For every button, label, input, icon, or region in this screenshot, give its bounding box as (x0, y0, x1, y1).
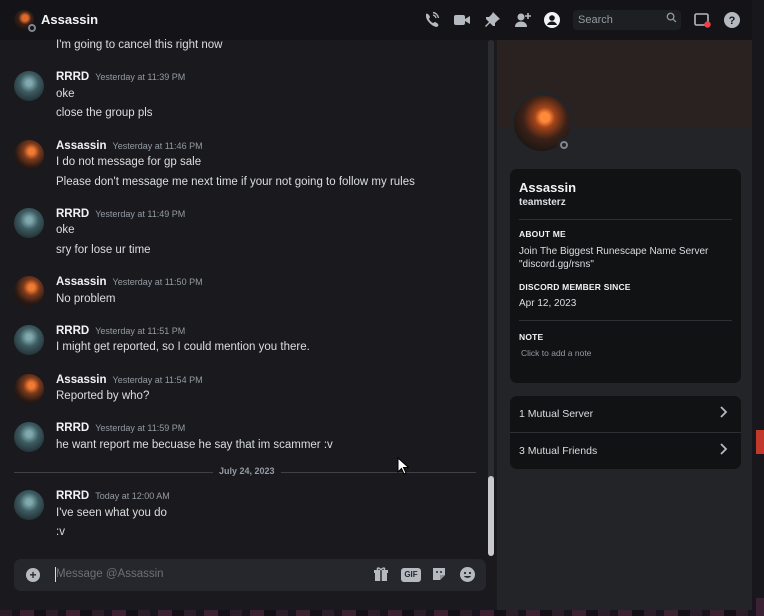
about-me-heading: ABOUT ME (519, 229, 566, 239)
message-author[interactable]: Assassin (56, 140, 107, 152)
emoji-icon[interactable] (457, 566, 477, 584)
profile-card: Assassin teamsterz ABOUT ME Join The Big… (510, 169, 741, 383)
message-scrollbar-thumb[interactable] (488, 476, 494, 556)
message-author[interactable]: Assassin (56, 276, 107, 288)
mutual-servers-label: 1 Mutual Server (519, 408, 594, 420)
message-author[interactable]: RRRD (56, 208, 89, 220)
discord-app: Assassin Search ? I'm going to cancel th… (0, 0, 764, 616)
desktop-background-red-mark (756, 430, 764, 454)
member-since-date: Apr 12, 2023 (519, 298, 577, 309)
message-text: I'm going to cancel this right now (56, 39, 223, 51)
header-avatar[interactable] (14, 10, 36, 32)
message-timestamp: Yesterday at 11:54 PM (112, 375, 203, 385)
gif-button[interactable]: GIF (401, 568, 421, 582)
message-text: No problem (56, 293, 116, 305)
help-icon[interactable]: ? (723, 11, 741, 29)
status-offline-icon (28, 24, 36, 32)
message-text: close the group pls (56, 107, 153, 119)
mutual-friends-label: 3 Mutual Friends (519, 445, 598, 457)
divider (519, 320, 732, 321)
add-attachment-icon[interactable]: + (26, 568, 40, 582)
user-profile-icon[interactable] (543, 11, 561, 29)
message-text: I do not message for gp sale (56, 156, 202, 168)
avatar[interactable] (14, 208, 44, 238)
mutual-friends-row[interactable]: 3 Mutual Friends (510, 433, 741, 469)
message-text: oke (56, 224, 75, 236)
member-since-heading: DISCORD MEMBER SINCE (519, 282, 631, 292)
mouse-cursor-icon (397, 456, 410, 475)
phone-call-icon[interactable] (422, 11, 440, 29)
gift-icon[interactable] (371, 566, 391, 584)
message-text: :v (56, 526, 65, 538)
message-header: Assassin Yesterday at 11:50 PM (56, 276, 203, 288)
message-header: Assassin Yesterday at 11:54 PM (56, 374, 203, 386)
message-text: I might get reported, so I could mention… (56, 341, 310, 353)
status-offline-icon (557, 138, 571, 152)
chevron-right-icon (719, 406, 729, 421)
message-author[interactable]: RRRD (56, 71, 89, 83)
message-header: RRRD Yesterday at 11:49 PM (56, 208, 185, 220)
dm-header: Assassin Search ? (0, 0, 752, 40)
desktop-background-edge (752, 0, 764, 616)
date-divider-label: July 24, 2023 (213, 466, 281, 476)
inbox-icon[interactable] (693, 11, 711, 29)
avatar[interactable] (14, 71, 44, 101)
note-heading: NOTE (519, 332, 544, 342)
video-camera-icon[interactable] (453, 11, 471, 29)
avatar[interactable] (14, 422, 44, 452)
chevron-right-icon (719, 443, 729, 458)
message-text: oke (56, 88, 75, 100)
message-header: RRRD Yesterday at 11:51 PM (56, 325, 185, 337)
message-composer[interactable]: + Message @Assassin GIF (14, 559, 486, 591)
profile-panel: Assassin teamsterz ABOUT ME Join The Big… (497, 40, 752, 610)
mutual-servers-row[interactable]: 1 Mutual Server (510, 396, 741, 432)
avatar[interactable] (14, 276, 44, 306)
message-timestamp: Today at 12:00 AM (95, 491, 170, 501)
avatar[interactable] (14, 490, 44, 520)
profile-username: teamsterz (519, 197, 566, 208)
search-icon (666, 12, 677, 26)
pin-icon[interactable] (483, 11, 501, 29)
message-timestamp: Yesterday at 11:39 PM (95, 72, 186, 82)
message-text: I've seen what you do (56, 507, 167, 519)
message-timestamp: Yesterday at 11:46 PM (112, 141, 203, 151)
message-text: sry for lose ur time (56, 244, 151, 256)
mutuals-card: 1 Mutual Server 3 Mutual Friends (510, 396, 741, 469)
message-header: RRRD Yesterday at 11:59 PM (56, 422, 185, 434)
message-header: RRRD Yesterday at 11:39 PM (56, 71, 185, 83)
message-header: RRRD Today at 12:00 AM (56, 490, 170, 502)
message-input-placeholder[interactable]: Message @Assassin (56, 568, 164, 580)
avatar[interactable] (14, 374, 44, 404)
add-friend-icon[interactable] (514, 11, 532, 29)
dm-title[interactable]: Assassin (41, 12, 98, 27)
search-placeholder: Search (578, 14, 613, 26)
message-header: Assassin Yesterday at 11:46 PM (56, 140, 203, 152)
note-input[interactable]: Click to add a note (521, 348, 591, 358)
message-timestamp: Yesterday at 11:51 PM (95, 326, 186, 336)
dm-window: Assassin Search ? I'm going to cancel th… (0, 0, 752, 610)
message-author[interactable]: RRRD (56, 490, 89, 502)
sticker-icon[interactable] (429, 566, 449, 584)
avatar[interactable] (14, 325, 44, 355)
message-author[interactable]: Assassin (56, 374, 107, 386)
message-text: Please don't message me next time if you… (56, 176, 415, 188)
message-author[interactable]: RRRD (56, 325, 89, 337)
message-timestamp: Yesterday at 11:59 PM (95, 423, 186, 433)
profile-display-name: Assassin (519, 180, 577, 195)
search-input[interactable]: Search (573, 10, 681, 30)
divider (519, 219, 732, 220)
message-text: he want report me becuase he say that im… (56, 439, 333, 451)
about-me-text[interactable]: Join The Biggest Runescape Name Server "… (519, 245, 729, 271)
svg-text:?: ? (729, 15, 736, 27)
message-timestamp: Yesterday at 11:49 PM (95, 209, 186, 219)
message-author[interactable]: RRRD (56, 422, 89, 434)
message-timestamp: Yesterday at 11:50 PM (112, 277, 203, 287)
message-text: Reported by who? (56, 390, 150, 402)
avatar[interactable] (14, 140, 44, 170)
